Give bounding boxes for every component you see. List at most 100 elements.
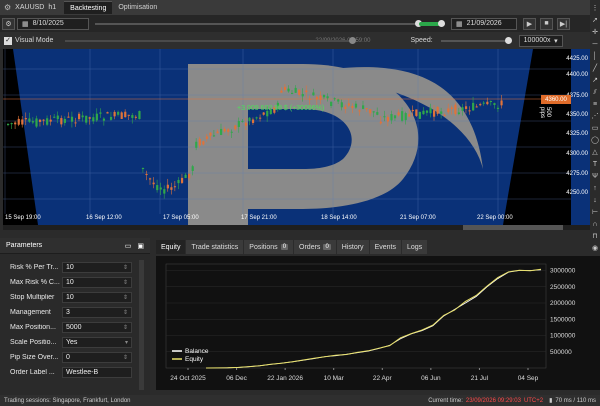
- parameter-input[interactable]: 0 ⇕: [62, 352, 132, 363]
- ruler-icon[interactable]: ⊢: [592, 208, 598, 217]
- text-icon[interactable]: T: [593, 160, 597, 169]
- parameter-input[interactable]: 10 ⇕: [62, 292, 132, 303]
- legend-label: Equity: [185, 356, 204, 363]
- save-icon[interactable]: ▣: [137, 243, 144, 250]
- candle-body: [489, 101, 492, 103]
- parameter-row: Order Label ... Westlee-B: [0, 365, 150, 380]
- trendline-icon[interactable]: ╱: [593, 64, 597, 73]
- tab-backtesting[interactable]: Backtesting: [64, 1, 113, 14]
- tab-optimisation[interactable]: Optimisation: [112, 1, 164, 14]
- chevron-down-icon[interactable]: ▾: [125, 339, 128, 346]
- time-axis[interactable]: 15 Sep 19:00 16 Sep 12:00 17 Sep 05:00 1…: [3, 213, 571, 225]
- step-button[interactable]: ▶|: [557, 17, 570, 30]
- tab-logs[interactable]: Logs: [401, 240, 428, 254]
- timezone-select[interactable]: UTC+2: [524, 398, 543, 404]
- parameters-scrollbar[interactable]: [139, 260, 144, 390]
- parameter-input[interactable]: 10 ⇕: [62, 262, 132, 273]
- candle-body: [195, 141, 198, 148]
- drawing-toolbar: ⋮ ➚ ✛ ─ │ ╱ ↗ ⫽ ≡ ⋰ ▭ ◯ △ T Ψ ↑ ↓ ⊢ ∩ ⊓ …: [590, 0, 600, 276]
- parameters-title: Parameters: [6, 242, 43, 249]
- speed-track: [440, 39, 511, 42]
- date-range-slider[interactable]: [95, 19, 445, 27]
- symbol-tab[interactable]: ⚙ XAUUSD h1: [0, 0, 65, 15]
- start-date-field[interactable]: ▦ 8/10/2025: [17, 17, 89, 30]
- y-tick: 4350.00: [566, 112, 588, 118]
- watermark-logo: [188, 64, 483, 225]
- tab-orders[interactable]: Orders 0: [294, 240, 336, 254]
- parameter-value: 10: [66, 279, 74, 286]
- triangle-icon[interactable]: △: [592, 148, 597, 157]
- chart-scrollbar-thumb[interactable]: [463, 225, 563, 230]
- tab-equity[interactable]: Equity: [156, 240, 186, 254]
- candle-body: [78, 113, 81, 120]
- speed-select[interactable]: 100000x ▾: [518, 34, 563, 47]
- spinner-icon[interactable]: ⇕: [123, 309, 128, 316]
- magnet-icon[interactable]: ∩: [592, 220, 597, 229]
- candle-body: [322, 94, 326, 98]
- candle-body: [95, 113, 98, 121]
- cursor-icon[interactable]: ➚: [592, 16, 598, 25]
- spinner-icon[interactable]: ⇕: [123, 324, 128, 331]
- stop-button[interactable]: ■: [540, 17, 553, 30]
- speed-slider[interactable]: [440, 36, 512, 44]
- play-button[interactable]: ▶: [523, 17, 536, 30]
- x-tick-label: 10 Mar: [324, 375, 345, 382]
- spinner-icon[interactable]: ⇕: [123, 279, 128, 286]
- rectangle-icon[interactable]: ▭: [592, 124, 599, 133]
- candle-body: [88, 117, 91, 119]
- candle-body: [496, 107, 500, 109]
- candle-body: [28, 118, 31, 122]
- price-axis[interactable]: 4425.00 4400.00 4375.00 4350.00 4325.00 …: [566, 49, 590, 225]
- candle-body: [447, 108, 450, 113]
- trading-sessions: Trading sessions: Singapore, Frankfurt, …: [4, 397, 131, 404]
- channel-icon[interactable]: ⫽: [593, 88, 596, 97]
- tab-trade-statistics[interactable]: Trade statistics: [186, 240, 244, 254]
- gear-icon[interactable]: ⚙: [4, 3, 11, 12]
- spinner-icon[interactable]: ⇕: [123, 264, 128, 271]
- tab-positions[interactable]: Positions 0: [244, 240, 294, 254]
- tab-label: Orders: [299, 243, 321, 251]
- candle-body: [468, 110, 471, 112]
- end-date-field[interactable]: ▦ 21/09/2026: [451, 17, 517, 30]
- candle-body: [31, 121, 35, 123]
- ellipse-icon[interactable]: ◯: [591, 136, 599, 145]
- parameter-select[interactable]: Yes ▾: [62, 337, 132, 348]
- y-tick-label: 1500000: [550, 316, 576, 323]
- parameter-value: 10: [66, 294, 74, 301]
- arrow-down-icon[interactable]: ↓: [593, 196, 597, 205]
- arrow-up-icon[interactable]: ↑: [593, 184, 597, 193]
- horizontal-line-icon[interactable]: ─: [593, 40, 598, 49]
- playback-track: [65, 39, 356, 42]
- candle-body: [145, 174, 148, 176]
- candle-body: [493, 103, 496, 105]
- parameter-input[interactable]: 3 ⇕: [62, 307, 132, 318]
- slider-end-handle[interactable]: [438, 19, 445, 27]
- spinner-icon[interactable]: ⇕: [123, 294, 128, 301]
- menu-icon[interactable]: ⋮: [592, 4, 599, 13]
- candle-body: [315, 96, 319, 100]
- playback-slider[interactable]: [65, 36, 357, 44]
- chart-scrollbar[interactable]: [3, 225, 590, 230]
- parameter-input[interactable]: Westlee-B: [62, 367, 132, 378]
- x-tick-label: 04 Sep: [518, 375, 539, 382]
- tab-events[interactable]: Events: [369, 240, 401, 254]
- spinner-icon[interactable]: ⇕: [123, 354, 128, 361]
- parameter-input[interactable]: 5000 ⇕: [62, 322, 132, 333]
- parameter-input[interactable]: 10 ⇕: [62, 277, 132, 288]
- vertical-line-icon[interactable]: │: [593, 52, 597, 61]
- tab-history[interactable]: History: [336, 240, 369, 254]
- pitchfork-icon[interactable]: Ψ: [592, 172, 598, 181]
- candle-body: [255, 117, 258, 119]
- fibonacci-icon[interactable]: ≡: [593, 100, 597, 109]
- ray-icon[interactable]: ↗: [592, 76, 598, 85]
- visual-mode-checkbox[interactable]: ✓: [4, 36, 12, 45]
- price-chart[interactable]: +3 009 602.98 $ (+30096%) 500 pips: [3, 49, 571, 225]
- fan-icon[interactable]: ⋰: [592, 112, 599, 121]
- crosshair-icon[interactable]: ✛: [592, 28, 598, 37]
- equity-chart[interactable]: 3000000 2500000 2000000 1500000 1000000 50000…: [156, 256, 600, 390]
- folder-icon[interactable]: ▭: [125, 243, 132, 250]
- playback-handle[interactable]: [349, 36, 357, 44]
- speed-handle[interactable]: [504, 36, 512, 44]
- settings-button[interactable]: ⚙: [2, 17, 15, 30]
- candle-body: [109, 116, 113, 120]
